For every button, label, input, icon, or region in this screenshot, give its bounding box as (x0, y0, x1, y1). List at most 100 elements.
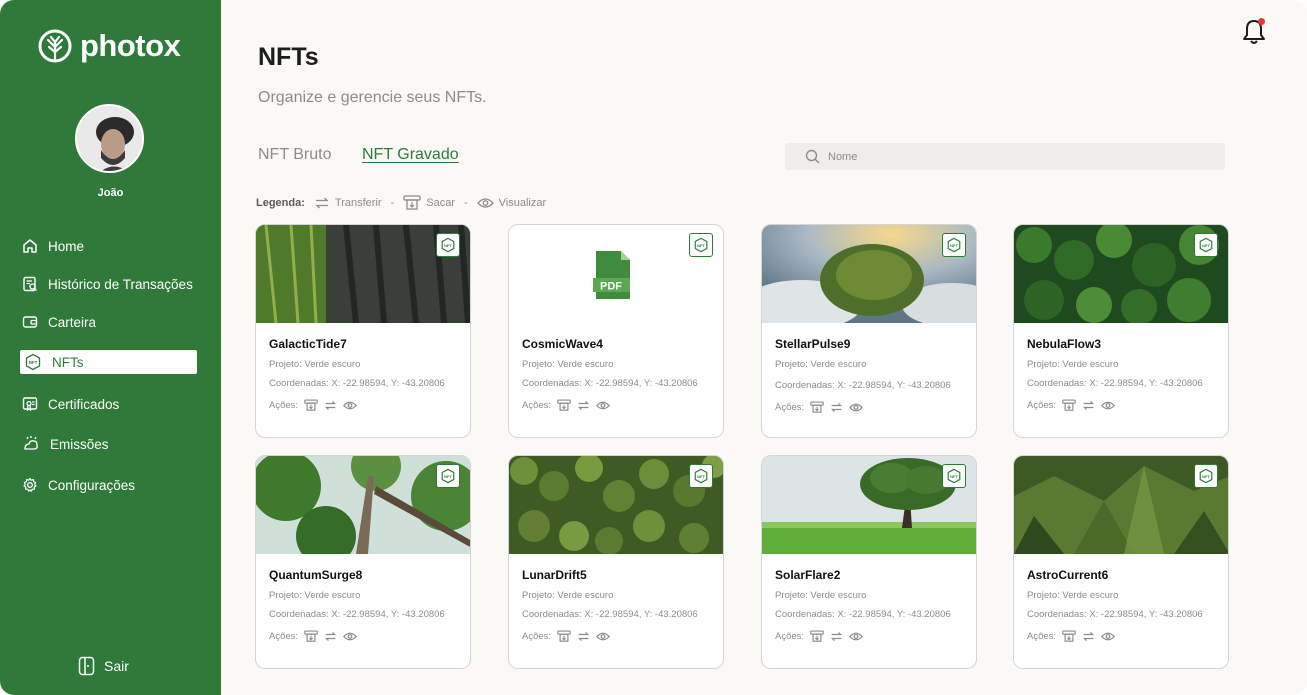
nft-project: Projeto: Verde escuro (522, 590, 614, 601)
nft-actions: Ações: (522, 399, 611, 412)
avatar[interactable] (75, 104, 144, 173)
nft-project: Projeto: Verde escuro (522, 359, 614, 370)
view-button[interactable] (1101, 631, 1116, 642)
view-button[interactable] (596, 631, 611, 642)
withdraw-button[interactable] (810, 630, 824, 643)
nft-card[interactable]: NFT StellarPulse9 Projeto: Verde escuro … (761, 224, 977, 438)
withdraw-button[interactable] (810, 401, 824, 414)
nft-actions: Ações: (1027, 630, 1116, 643)
sidebar-item-label: Histórico de Transações (48, 276, 193, 292)
view-button[interactable] (849, 631, 864, 642)
withdraw-button[interactable] (557, 399, 571, 412)
gear-icon (23, 477, 37, 492)
nft-actions: Ações: (1027, 399, 1116, 412)
view-button[interactable] (343, 400, 358, 411)
svg-text:NFT: NFT (1202, 243, 1210, 248)
sidebar-item-history[interactable]: Histórico de Transações (20, 272, 197, 296)
actions-label: Ações: (1027, 631, 1057, 642)
transfer-button[interactable] (1082, 400, 1095, 411)
transfer-button[interactable] (577, 400, 590, 411)
nft-card[interactable]: NFT LunarDrift5 Projeto: Verde escuro Co… (508, 455, 724, 669)
svg-text:NFT: NFT (950, 474, 958, 479)
notification-button[interactable] (1241, 18, 1267, 46)
transfer-button[interactable] (324, 631, 337, 642)
eye-icon (596, 401, 611, 410)
pdf-document-icon: PDF (593, 251, 633, 308)
nft-badge-icon: NFT (1194, 464, 1218, 488)
nft-badge-icon: NFT (689, 233, 713, 257)
nft-card[interactable]: NFT QuantumSurge8 Projeto: Verde escuro … (255, 455, 471, 669)
nft-card[interactable]: NFT NebulaFlow3 Projeto: Verde escuro Co… (1013, 224, 1229, 438)
withdraw-icon (557, 630, 571, 642)
sidebar-item-wallet[interactable]: Carteira (20, 310, 197, 334)
withdraw-icon (810, 630, 824, 642)
legend-view: Visualizar (498, 197, 547, 209)
transfer-button[interactable] (830, 402, 843, 413)
history-icon (23, 276, 37, 292)
withdraw-button[interactable] (1062, 630, 1076, 643)
withdraw-icon (1062, 630, 1076, 642)
nft-name: AstroCurrent6 (1027, 568, 1109, 582)
tab-nft-raw[interactable]: NFT Bruto (258, 146, 332, 164)
svg-text:NFT: NFT (444, 243, 452, 248)
legend-withdraw: Sacar (426, 197, 455, 209)
transfer-icon (325, 401, 337, 410)
user-portrait-icon (77, 106, 142, 171)
transfer-button[interactable] (577, 631, 590, 642)
svg-text:NFT: NFT (697, 474, 705, 479)
sidebar: photox João Home Histórico de Transações… (0, 0, 221, 695)
logout-label: Sair (104, 658, 129, 674)
sidebar-item-label: Certificados (48, 396, 120, 412)
sidebar-item-home[interactable]: Home (20, 234, 197, 258)
transfer-icon (315, 197, 329, 209)
nft-actions: Ações: (522, 630, 611, 643)
nft-card[interactable]: NFT GalacticTide7 Projeto: Verde escuro … (255, 224, 471, 438)
wallet-icon (22, 316, 38, 328)
eye-icon (343, 401, 358, 410)
nft-coordinates: Coordenadas: X: -22.98594, Y: -43.20806 (1027, 378, 1203, 389)
sidebar-item-emissions[interactable]: Emissões (20, 432, 197, 456)
nft-badge-icon: NFT (942, 233, 966, 257)
home-icon (23, 239, 37, 253)
view-button[interactable] (596, 400, 611, 411)
eye-icon (343, 632, 358, 641)
nft-project: Projeto: Verde escuro (269, 590, 361, 601)
logout-icon (78, 656, 95, 676)
nft-card[interactable]: PDF NFT CosmicWave4 Projeto: Verde escur… (508, 224, 724, 438)
nft-name: StellarPulse9 (775, 337, 851, 351)
withdraw-icon (304, 630, 318, 642)
withdraw-button[interactable] (557, 630, 571, 643)
actions-label: Ações: (775, 402, 805, 413)
withdraw-button[interactable] (304, 399, 318, 412)
withdraw-button[interactable] (304, 630, 318, 643)
actions-label: Ações: (269, 631, 299, 642)
sidebar-item-certificates[interactable]: Certificados (20, 392, 197, 416)
sidebar-item-settings[interactable]: Configurações (20, 473, 197, 497)
search-input[interactable] (828, 150, 1208, 163)
logout-button[interactable]: Sair (78, 656, 129, 676)
transfer-icon (831, 632, 843, 641)
certificate-icon (22, 397, 38, 412)
nft-badge-icon: NFT (436, 464, 460, 488)
withdraw-button[interactable] (1062, 399, 1076, 412)
brand-logo[interactable]: photox (36, 28, 181, 64)
view-button[interactable] (849, 402, 864, 413)
transfer-button[interactable] (324, 400, 337, 411)
nft-coordinates: Coordenadas: X: -22.98594, Y: -43.20806 (269, 609, 445, 620)
legend-separator: - (390, 197, 395, 209)
sidebar-item-label: Configurações (48, 477, 136, 493)
nft-card[interactable]: NFT AstroCurrent6 Projeto: Verde escuro … (1013, 455, 1229, 669)
legend: Legenda: Transferir - Sacar - Visualizar (256, 195, 546, 211)
nft-actions: Ações: (269, 399, 358, 412)
eye-icon (596, 632, 611, 641)
nft-name: LunarDrift5 (522, 568, 587, 582)
sidebar-item-label: Carteira (48, 314, 97, 330)
view-button[interactable] (1101, 400, 1116, 411)
transfer-button[interactable] (830, 631, 843, 642)
nft-card[interactable]: NFT SolarFlare2 Projeto: Verde escuro Co… (761, 455, 977, 669)
tab-nft-engraved[interactable]: NFT Gravado (362, 146, 459, 164)
nft-coordinates: Coordenadas: X: -22.98594, Y: -43.20806 (1027, 609, 1203, 620)
sidebar-item-nfts[interactable]: NFT NFTs (20, 350, 197, 374)
transfer-button[interactable] (1082, 631, 1095, 642)
view-button[interactable] (343, 631, 358, 642)
